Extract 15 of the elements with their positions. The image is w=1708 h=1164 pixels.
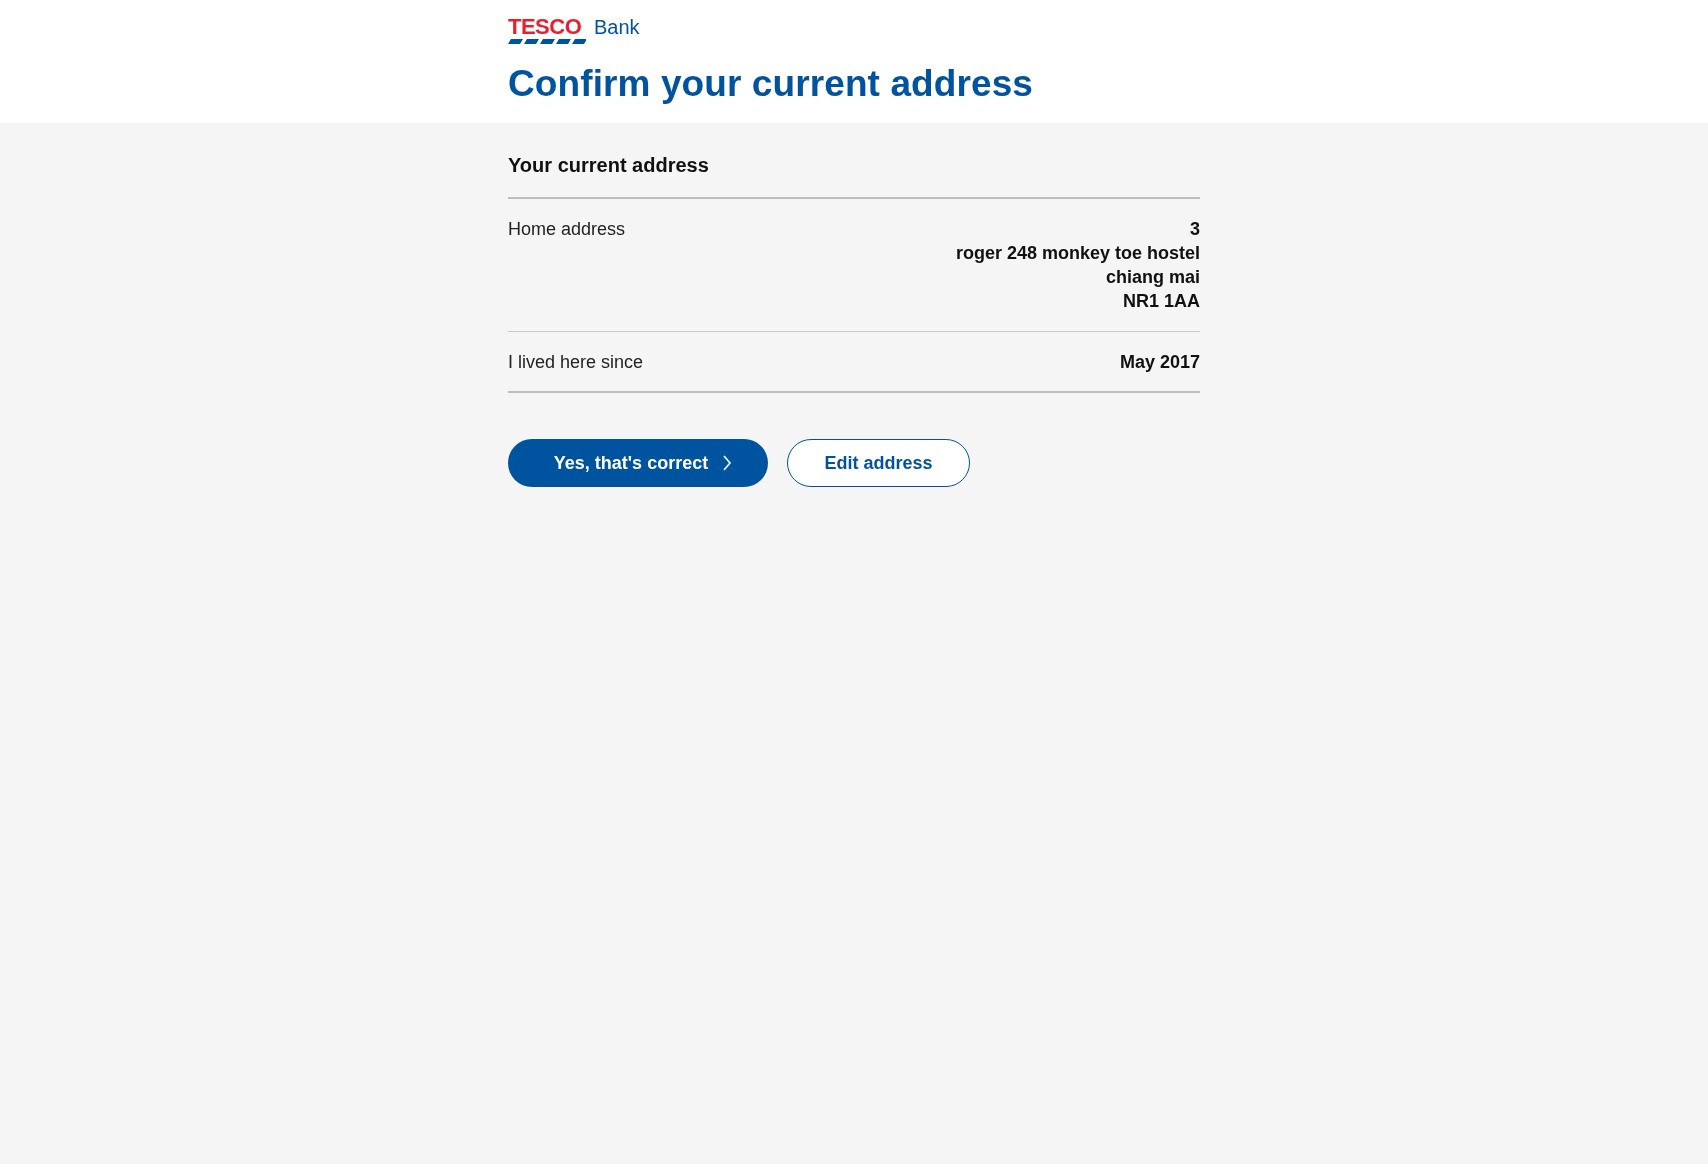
field-value: May 2017 <box>1119 351 1200 374</box>
page-title: Confirm your current address <box>508 62 1034 106</box>
logo-wordmark: TESCO <box>508 16 582 38</box>
field-value: roger 248 monkey toe hostel <box>955 242 1200 265</box>
logo-stripes-icon <box>508 39 586 44</box>
confirm-button[interactable]: Yes, that's correct <box>508 439 768 487</box>
field-value: chiang mai <box>1105 266 1200 289</box>
section-heading: Your current address <box>508 153 709 177</box>
logo-product-name: Bank <box>594 16 640 38</box>
edit-address-button[interactable]: Edit address <box>787 439 970 487</box>
field-label: Home address <box>508 218 626 241</box>
field-value: 3 <box>1190 218 1200 241</box>
chevron-right-icon <box>722 455 733 471</box>
field-value: NR1 1AA <box>1122 290 1200 313</box>
field-label: I lived here since <box>508 351 644 374</box>
